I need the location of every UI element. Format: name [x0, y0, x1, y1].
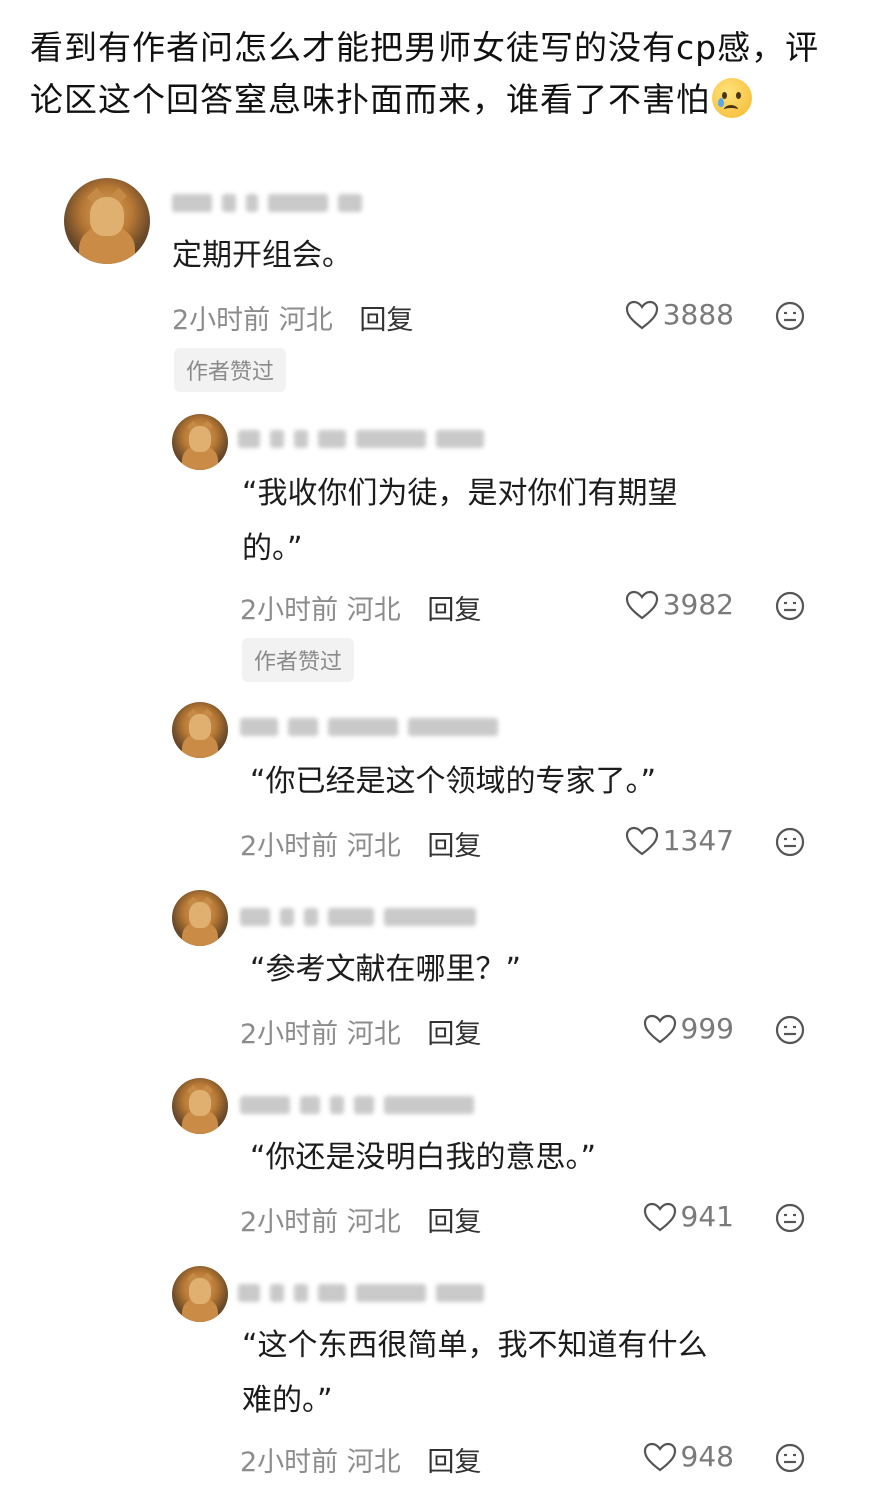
like-count: 941	[680, 1200, 734, 1233]
comment-meta: 2小时前 河北 回复	[240, 1200, 481, 1239]
comment-text: “参考文献在哪里？”	[250, 952, 522, 987]
dislike-face-icon[interactable]	[774, 1014, 806, 1046]
heart-outline-icon	[625, 826, 658, 855]
reply-button[interactable]: 回复	[427, 1019, 481, 1050]
heart-outline-icon	[643, 1442, 676, 1471]
reply-button[interactable]: 回复	[359, 305, 413, 336]
like-button[interactable]: 941	[643, 1200, 734, 1233]
comment-text-line-2: 难的。”	[242, 1383, 333, 1418]
avatar[interactable]	[64, 178, 150, 264]
comment-location: 河北	[346, 1019, 401, 1050]
crying-face-icon	[712, 78, 752, 118]
comment-time: 2小时前	[240, 595, 339, 626]
comment-text-line-1: “我收你们为徒，是对你们有期望	[242, 476, 678, 511]
username-blurred[interactable]	[240, 1092, 474, 1118]
avatar[interactable]	[172, 1266, 228, 1322]
comment-time: 2小时前	[172, 305, 271, 336]
like-count: 948	[680, 1440, 734, 1473]
username-blurred[interactable]	[240, 904, 476, 930]
comment-text: “你还是没明白我的意思。”	[250, 1140, 597, 1175]
avatar[interactable]	[172, 890, 228, 946]
comment-text-line-2: 的。”	[242, 531, 303, 566]
like-button[interactable]: 3888	[625, 298, 734, 331]
comment-text: “你已经是这个领域的专家了。”	[250, 764, 657, 799]
username-blurred[interactable]	[240, 714, 498, 740]
comment-meta: 2小时前 河北 回复	[240, 588, 481, 627]
comment-text: “我收你们为徒，是对你们有期望 的。”	[242, 466, 678, 576]
author-liked-tag: 作者赞过	[174, 348, 287, 392]
like-button[interactable]: 3982	[625, 588, 734, 621]
dislike-face-icon[interactable]	[774, 590, 806, 622]
comment-time: 2小时前	[240, 1019, 339, 1050]
like-count: 999	[680, 1012, 734, 1045]
dislike-face-icon[interactable]	[774, 300, 806, 332]
heart-outline-icon	[625, 590, 658, 619]
like-count: 3982	[662, 588, 734, 621]
dislike-face-icon[interactable]	[774, 826, 806, 858]
avatar[interactable]	[172, 1078, 228, 1134]
comment-location: 河北	[346, 595, 401, 626]
reply-button[interactable]: 回复	[427, 831, 481, 862]
dislike-face-icon[interactable]	[774, 1202, 806, 1234]
comment-meta: 2小时前 河北 回复	[172, 298, 413, 337]
comment-location: 河北	[346, 1447, 401, 1478]
comment-text: “这个东西很简单，我不知道有什么 难的。”	[242, 1318, 708, 1428]
post-caption: 看到有作者问怎么才能把男师女徒写的没有cp感，评 论区这个回答窒息味扑面而来，谁…	[30, 22, 850, 126]
like-button[interactable]: 999	[643, 1012, 734, 1045]
caption-line-2: 论区这个回答窒息味扑面而来，谁看了不害怕	[30, 74, 850, 126]
like-count: 1347	[662, 824, 734, 857]
heart-outline-icon	[643, 1202, 676, 1231]
username-blurred[interactable]	[238, 1280, 484, 1306]
caption-line-2-text: 论区这个回答窒息味扑面而来，谁看了不害怕	[30, 80, 710, 119]
heart-outline-icon	[643, 1014, 676, 1043]
comment-text: 定期开组会。	[172, 238, 352, 273]
comment-meta: 2小时前 河北 回复	[240, 1012, 481, 1051]
username-blurred[interactable]	[172, 190, 362, 216]
comment-time: 2小时前	[240, 831, 339, 862]
comment-location: 河北	[346, 831, 401, 862]
reply-button[interactable]: 回复	[427, 1207, 481, 1238]
caption-line-1: 看到有作者问怎么才能把男师女徒写的没有cp感，评	[30, 28, 820, 67]
heart-outline-icon	[625, 300, 658, 329]
comment-location: 河北	[346, 1207, 401, 1238]
like-count: 3888	[662, 298, 734, 331]
comment-text-line-1: “这个东西很简单，我不知道有什么	[242, 1328, 708, 1363]
comment-meta: 2小时前 河北 回复	[240, 824, 481, 863]
comment-time: 2小时前	[240, 1447, 339, 1478]
username-blurred[interactable]	[238, 426, 484, 452]
avatar[interactable]	[172, 702, 228, 758]
dislike-face-icon[interactable]	[774, 1442, 806, 1474]
reply-button[interactable]: 回复	[427, 595, 481, 626]
author-liked-tag: 作者赞过	[242, 638, 355, 682]
like-button[interactable]: 1347	[625, 824, 734, 857]
comment-location: 河北	[278, 305, 333, 336]
avatar[interactable]	[172, 414, 228, 470]
comment-time: 2小时前	[240, 1207, 339, 1238]
like-button[interactable]: 948	[643, 1440, 734, 1473]
reply-button[interactable]: 回复	[427, 1447, 481, 1478]
comment-meta: 2小时前 河北 回复	[240, 1440, 481, 1479]
